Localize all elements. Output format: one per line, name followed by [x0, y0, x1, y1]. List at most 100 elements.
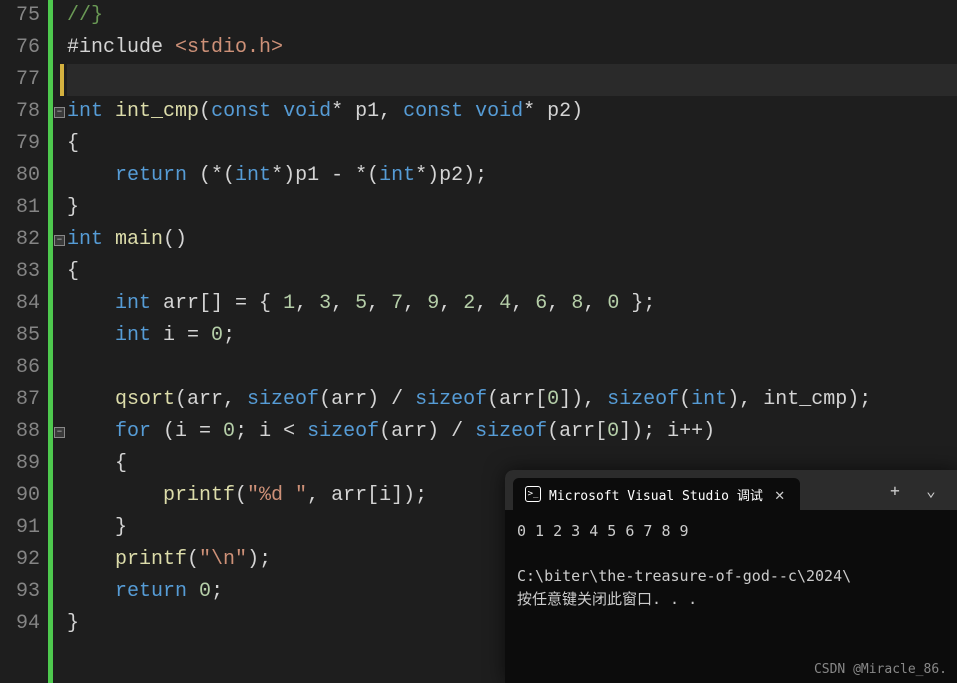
code-token: *)p2); — [415, 164, 487, 187]
code-token: , — [439, 292, 463, 315]
code-token: ]), — [559, 388, 607, 411]
code-token: (arr[ — [547, 420, 607, 443]
code-token: return — [115, 580, 187, 603]
code-token: , — [547, 292, 571, 315]
line-number: 85 — [0, 320, 40, 352]
code-token: //} — [67, 4, 103, 27]
code-line[interactable]: int int_cmp(const void* p1, const void* … — [67, 96, 957, 128]
code-token — [67, 580, 115, 603]
code-token: } — [67, 612, 79, 635]
line-number: 75 — [0, 0, 40, 32]
terminal-line: C:\biter\the-treasure-of-god--c\2024\ — [517, 567, 851, 585]
line-number: 91 — [0, 512, 40, 544]
code-line[interactable]: int i = 0; — [67, 320, 957, 352]
code-token: sizeof — [475, 420, 547, 443]
code-token: , — [331, 292, 355, 315]
code-token: <stdio.h> — [175, 36, 283, 59]
terminal-tab[interactable]: >_ Microsoft Visual Studio 调试 ✕ — [513, 478, 800, 510]
code-token — [463, 100, 475, 123]
line-number: 89 — [0, 448, 40, 480]
code-token: , — [475, 292, 499, 315]
watermark: CSDN @Miracle_86. — [814, 662, 947, 677]
code-line[interactable]: return (*(int*)p1 - *(int*)p2); — [67, 160, 957, 192]
code-token: int — [115, 292, 151, 315]
code-token: ( — [235, 484, 247, 507]
code-line[interactable]: #include <stdio.h> — [67, 32, 957, 64]
code-line[interactable]: { — [67, 128, 957, 160]
close-icon[interactable]: ✕ — [771, 485, 789, 504]
code-token: , — [367, 292, 391, 315]
code-token: int — [67, 100, 103, 123]
terminal-actions: + ⌄ — [881, 476, 957, 504]
code-token — [103, 228, 115, 251]
code-token: main — [115, 228, 163, 251]
code-token: 8 — [571, 292, 583, 315]
code-token: 0 — [607, 420, 619, 443]
code-token: ( — [679, 388, 691, 411]
code-token: int — [67, 228, 103, 251]
line-number: 93 — [0, 576, 40, 608]
code-line[interactable]: for (i = 0; i < sizeof(arr) / sizeof(arr… — [67, 416, 957, 448]
terminal-output[interactable]: 0 1 2 3 4 5 6 7 8 9 C:\biter\the-treasur… — [505, 510, 957, 620]
terminal-titlebar[interactable]: >_ Microsoft Visual Studio 调试 ✕ + ⌄ — [505, 470, 957, 510]
line-number: 86 — [0, 352, 40, 384]
code-token: arr[] = { — [151, 292, 283, 315]
code-line[interactable]: { — [67, 256, 957, 288]
code-token — [67, 548, 115, 571]
terminal-tab-title: Microsoft Visual Studio 调试 — [549, 485, 763, 504]
code-token: "%d " — [247, 484, 307, 507]
code-line[interactable] — [67, 64, 957, 96]
code-token — [67, 388, 115, 411]
code-token: 4 — [499, 292, 511, 315]
code-line[interactable] — [67, 352, 957, 384]
line-number: 77 — [0, 64, 40, 96]
line-number: 92 — [0, 544, 40, 576]
code-token: const — [403, 100, 463, 123]
terminal-icon: >_ — [525, 486, 541, 502]
tab-dropdown-button[interactable]: ⌄ — [917, 476, 945, 504]
code-token — [67, 324, 115, 347]
code-token: 2 — [463, 292, 475, 315]
line-number: 76 — [0, 32, 40, 64]
code-token: i = — [151, 324, 211, 347]
code-token — [103, 100, 115, 123]
line-number: 79 — [0, 128, 40, 160]
code-token: const — [211, 100, 271, 123]
code-token: 1 — [283, 292, 295, 315]
line-number: 82 — [0, 224, 40, 256]
fold-toggle-icon[interactable]: − — [54, 107, 65, 118]
code-token: ; — [211, 580, 223, 603]
terminal-line: 0 1 2 3 4 5 6 7 8 9 — [517, 522, 689, 540]
line-number: 81 — [0, 192, 40, 224]
code-token — [67, 292, 115, 315]
terminal-window[interactable]: >_ Microsoft Visual Studio 调试 ✕ + ⌄ 0 1 … — [505, 470, 957, 683]
code-token: ]); i++) — [619, 420, 715, 443]
code-token: return — [115, 164, 187, 187]
code-line[interactable]: int arr[] = { 1, 3, 5, 7, 9, 2, 4, 6, 8,… — [67, 288, 957, 320]
code-token: } — [67, 516, 127, 539]
fold-toggle-icon[interactable]: − — [54, 235, 65, 246]
new-tab-button[interactable]: + — [881, 476, 909, 504]
code-token: printf — [163, 484, 235, 507]
line-number: 78 — [0, 96, 40, 128]
code-token: , — [583, 292, 607, 315]
code-line[interactable]: //} — [67, 0, 957, 32]
code-token: int_cmp — [115, 100, 199, 123]
code-token: 0 — [547, 388, 559, 411]
code-token: sizeof — [307, 420, 379, 443]
code-token: 0 — [211, 324, 223, 347]
code-line[interactable]: qsort(arr, sizeof(arr) / sizeof(arr[0]),… — [67, 384, 957, 416]
code-token: printf — [115, 548, 187, 571]
code-token: , — [295, 292, 319, 315]
code-token: ); — [247, 548, 271, 571]
code-token — [67, 164, 115, 187]
code-token: { — [67, 132, 79, 155]
cursor-indicator — [60, 64, 64, 96]
fold-toggle-icon[interactable]: − — [54, 427, 65, 438]
code-line[interactable]: } — [67, 192, 957, 224]
fold-column[interactable]: − − − — [53, 0, 67, 683]
code-token: "\n" — [199, 548, 247, 571]
code-token — [67, 484, 163, 507]
code-line[interactable]: int main() — [67, 224, 957, 256]
code-token: * p1, — [331, 100, 403, 123]
